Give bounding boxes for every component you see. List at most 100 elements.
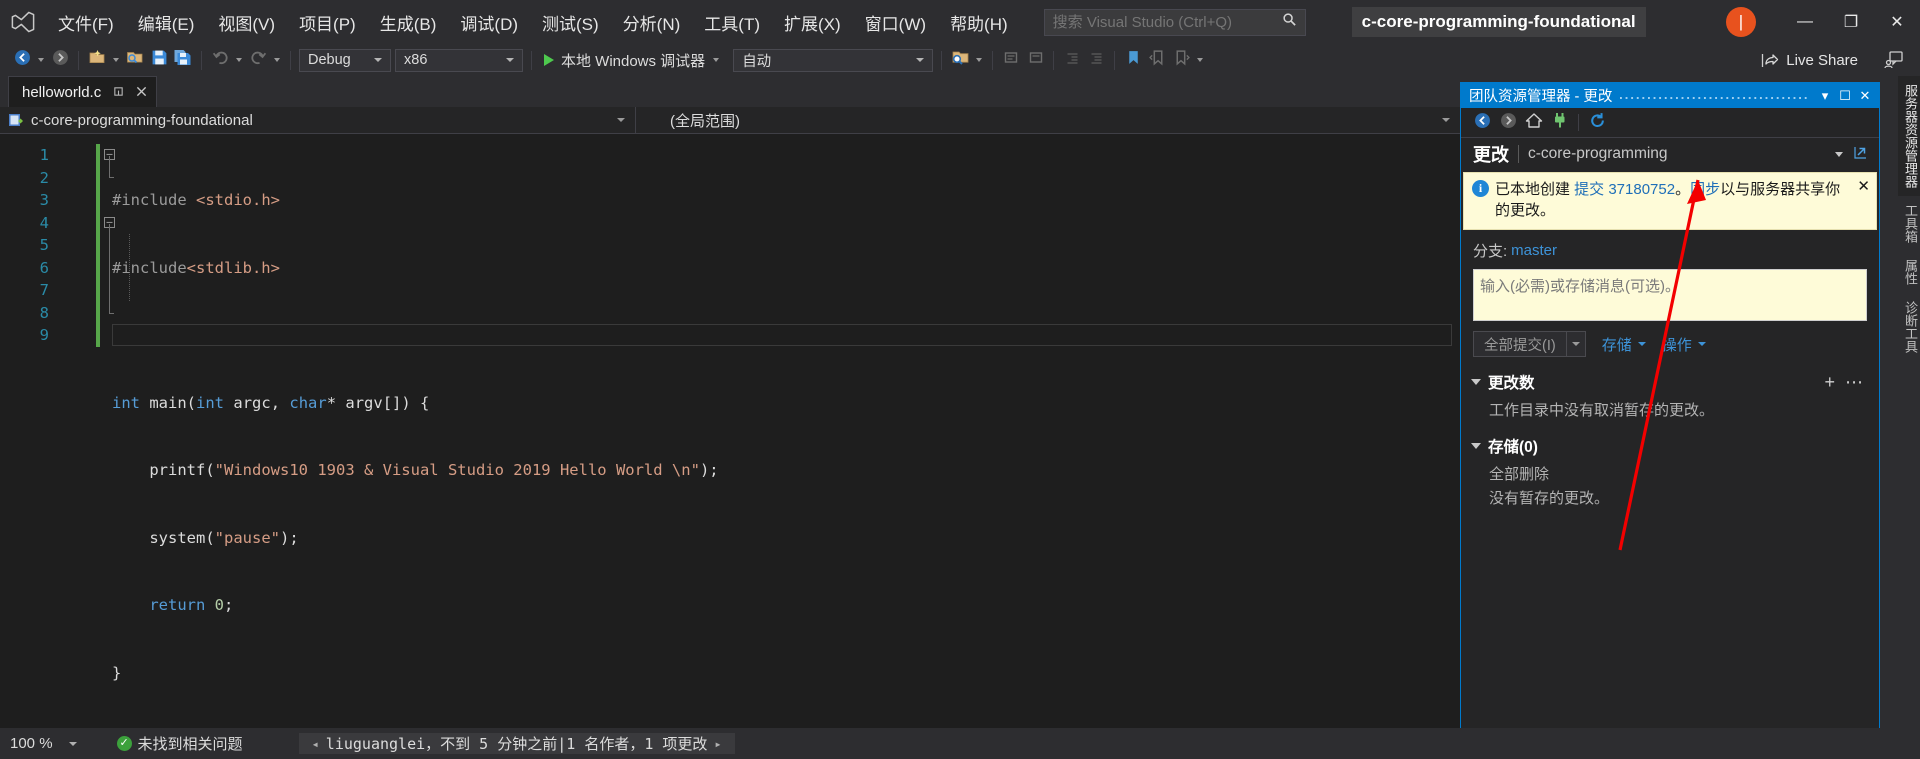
- commit-all-dropdown[interactable]: [1566, 332, 1585, 356]
- feedback-button[interactable]: [1884, 50, 1904, 74]
- notification-middle: 。: [1675, 181, 1690, 198]
- standard-toolbar: Debug x86 本地 Windows 调试器 自动: [0, 44, 1920, 76]
- git-status[interactable]: ◂ liuguanglei，不到 5 分钟之前|1 名作者，1 项更改 ▸: [299, 733, 735, 754]
- delete-all-link[interactable]: 全部删除: [1489, 463, 1869, 487]
- commit-all-button[interactable]: 全部提交(I): [1473, 331, 1586, 357]
- current-line-highlight: [112, 324, 1452, 346]
- solution-platform-combo[interactable]: x86: [395, 49, 523, 72]
- minimize-button[interactable]: —: [1782, 0, 1828, 44]
- vtab-diagnostic-tools[interactable]: 诊断工具: [1898, 293, 1920, 361]
- popout-icon[interactable]: [1853, 144, 1869, 165]
- line-number: 8: [0, 302, 56, 325]
- git-prev-icon[interactable]: ◂: [312, 737, 319, 751]
- tab-close-icon[interactable]: [136, 84, 147, 100]
- vtab-properties[interactable]: 属性: [1898, 251, 1920, 293]
- quick-search-box[interactable]: [1044, 9, 1306, 36]
- vtab-server-explorer[interactable]: 服务器资源管理器: [1898, 76, 1920, 196]
- menu-item-debug[interactable]: 调试(D): [448, 7, 530, 37]
- project-scope-value: c-core-programming-foundational: [31, 112, 253, 129]
- open-file-button[interactable]: [123, 48, 147, 72]
- undo-caret-icon[interactable]: [236, 58, 242, 62]
- branch-name[interactable]: master: [1511, 242, 1557, 259]
- toolbar-overflow-caret-icon[interactable]: [1197, 58, 1203, 62]
- te-back-button[interactable]: [1469, 111, 1495, 135]
- chevron-down-icon[interactable]: [713, 58, 719, 62]
- menu-item-edit[interactable]: 编辑(E): [126, 7, 207, 37]
- undo-button[interactable]: [208, 48, 232, 72]
- attach-target-combo[interactable]: 自动: [733, 49, 933, 72]
- start-debugging-button[interactable]: 本地 Windows 调试器: [538, 48, 729, 72]
- close-button[interactable]: ✕: [1874, 0, 1920, 44]
- sync-link[interactable]: 同步: [1690, 181, 1720, 198]
- menu-item-file[interactable]: 文件(F): [46, 7, 126, 37]
- navigate-forward-button[interactable]: [48, 48, 72, 72]
- menu-item-tools[interactable]: 工具(T): [692, 7, 772, 37]
- changes-section-header[interactable]: 更改数 + ⋯: [1461, 363, 1879, 397]
- project-scope-combo[interactable]: c-core-programming-foundational: [0, 107, 636, 134]
- menu-item-test[interactable]: 测试(S): [530, 7, 611, 37]
- new-project-button[interactable]: [85, 48, 109, 72]
- increase-indent-button[interactable]: [1084, 48, 1108, 72]
- more-options-icon[interactable]: ⋯: [1845, 372, 1863, 393]
- te-home-button[interactable]: [1521, 111, 1547, 135]
- visual-studio-window: 文件(F) 编辑(E) 视图(V) 项目(P) 生成(B) 调试(D) 测试(S…: [0, 0, 1920, 759]
- uncomment-selection-button[interactable]: [1023, 48, 1047, 72]
- user-account-avatar[interactable]: |: [1726, 7, 1756, 37]
- menu-item-help[interactable]: 帮助(H): [938, 7, 1020, 37]
- redo-caret-icon[interactable]: [274, 58, 280, 62]
- issues-status[interactable]: ✓ 未找到相关问题: [117, 733, 243, 754]
- line-number: 4: [0, 212, 56, 235]
- add-icon[interactable]: +: [1824, 372, 1835, 393]
- menu-item-extensions[interactable]: 扩展(X): [772, 7, 853, 37]
- live-share-button[interactable]: Live Share: [1761, 48, 1858, 72]
- menu-item-view[interactable]: 视图(V): [206, 7, 287, 37]
- te-forward-button[interactable]: [1495, 111, 1521, 135]
- page-title: 更改: [1473, 141, 1509, 167]
- restore-button[interactable]: ❐: [1828, 0, 1874, 44]
- vtab-toolbox[interactable]: 工具箱: [1898, 196, 1920, 251]
- actions-menu[interactable]: 操作: [1662, 334, 1706, 355]
- decrease-indent-button[interactable]: [1060, 48, 1084, 72]
- title-drag-dots[interactable]: [1620, 91, 1807, 100]
- outdent-icon: [1064, 50, 1081, 71]
- zoom-control[interactable]: 100 %: [0, 735, 77, 752]
- chevron-down-icon[interactable]: [1835, 152, 1843, 157]
- menu-label: 调试(D): [460, 10, 518, 35]
- changes-section-title: 更改数: [1488, 371, 1535, 393]
- back-dropdown-caret-icon[interactable]: [38, 58, 44, 62]
- menu-item-window[interactable]: 窗口(W): [853, 7, 938, 37]
- panel-close-button[interactable]: ✕: [1855, 86, 1875, 106]
- member-scope-combo[interactable]: (全局范围): [636, 107, 1460, 134]
- menu-item-build[interactable]: 生成(B): [368, 7, 449, 37]
- notification-close-icon[interactable]: ✕: [1857, 179, 1870, 221]
- toggle-bookmark-button[interactable]: [1121, 48, 1145, 72]
- redo-button[interactable]: [246, 48, 270, 72]
- navigate-back-button[interactable]: [10, 48, 34, 72]
- panel-maximize-button[interactable]: ☐: [1835, 86, 1855, 106]
- te-refresh-button[interactable]: [1584, 111, 1610, 135]
- te-connect-button[interactable]: [1547, 111, 1573, 135]
- menu-item-project[interactable]: 项目(P): [287, 7, 368, 37]
- menu-label: 分析(N): [623, 10, 681, 35]
- run-label: 本地 Windows 调试器: [561, 50, 705, 71]
- commit-message-input[interactable]: 输入(必需)或存储消息(可选)。: [1473, 269, 1867, 321]
- stashes-section-header[interactable]: 存储(0): [1461, 427, 1879, 461]
- pin-icon[interactable]: [113, 84, 124, 100]
- comment-selection-button[interactable]: [999, 48, 1023, 72]
- stash-menu[interactable]: 存储: [1602, 334, 1646, 355]
- document-tab-helloworld[interactable]: helloworld.c: [8, 76, 157, 107]
- find-in-files-button[interactable]: [948, 48, 972, 72]
- new-project-caret-icon[interactable]: [113, 58, 119, 62]
- save-button[interactable]: [147, 48, 171, 72]
- git-next-icon[interactable]: ▸: [714, 737, 721, 751]
- next-bookmark-button[interactable]: [1169, 48, 1193, 72]
- find-caret-icon[interactable]: [976, 58, 982, 62]
- previous-bookmark-button[interactable]: [1145, 48, 1169, 72]
- search-input[interactable]: [1053, 14, 1282, 31]
- commit-link[interactable]: 提交 37180752: [1574, 181, 1675, 198]
- menu-item-analyze[interactable]: 分析(N): [611, 7, 693, 37]
- code-editor[interactable]: 1 2 3 4 5 6 7 8 9 – –: [0, 134, 1460, 694]
- save-all-button[interactable]: [171, 48, 195, 72]
- panel-menu-button[interactable]: ▾: [1815, 86, 1835, 106]
- solution-configuration-combo[interactable]: Debug: [299, 49, 391, 72]
